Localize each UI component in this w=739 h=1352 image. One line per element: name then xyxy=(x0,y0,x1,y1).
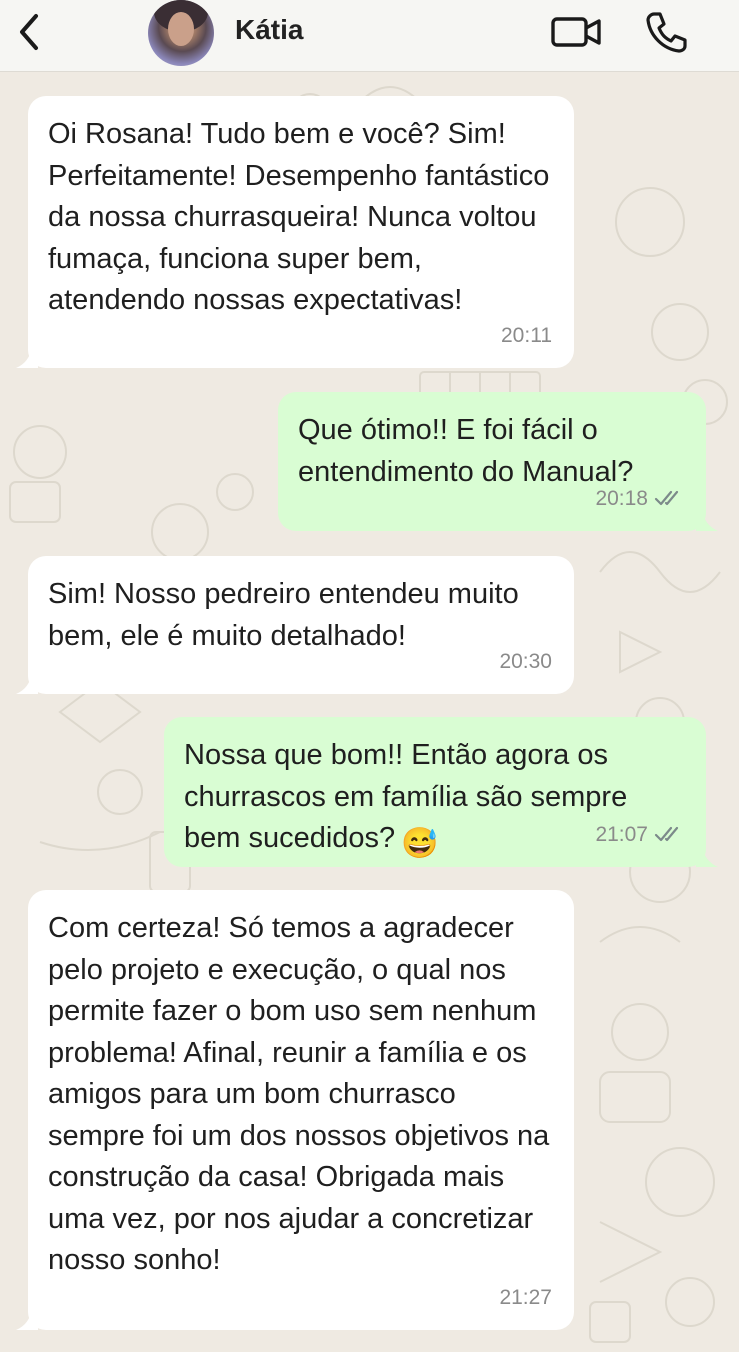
message-list[interactable]: Oi Rosana! Tudo bem e você? Sim! Perfeit… xyxy=(0,72,739,1352)
message-bubble-outgoing[interactable]: Nossa que bom!! Então agora os churrasco… xyxy=(164,717,718,867)
message-text: Com certeza! Só temos a agradecer pelo p… xyxy=(48,912,550,1276)
video-call-button[interactable] xyxy=(550,10,604,54)
back-button[interactable] xyxy=(12,12,48,52)
message-bubble-incoming[interactable]: Com certeza! Só temos a agradecer pelo p… xyxy=(16,890,574,1330)
voice-call-button[interactable] xyxy=(644,10,688,54)
bubble-tail xyxy=(696,509,718,531)
message-text: Oi Rosana! Tudo bem e você? Sim! Perfeit… xyxy=(48,118,550,316)
message-time: 20:18 xyxy=(595,478,684,520)
message-time: 21:27 xyxy=(499,1285,552,1309)
contact-name[interactable]: Kátia xyxy=(235,14,303,46)
message-bubble-incoming[interactable]: Sim! Nosso pedreiro entendeu muito bem, … xyxy=(16,556,574,694)
double-check-icon xyxy=(654,491,679,506)
video-camera-icon xyxy=(551,17,601,47)
message-time: 20:11 xyxy=(501,323,552,347)
message-time: 21:07 xyxy=(595,814,684,856)
avatar[interactable] xyxy=(148,0,214,66)
message-text: Sim! Nosso pedreiro entendeu muito bem, … xyxy=(48,578,519,652)
bubble-tail xyxy=(16,346,38,368)
bubble-tail xyxy=(16,1308,38,1330)
sweat-smile-emoji: 😅 xyxy=(401,827,439,860)
bubble-tail xyxy=(16,672,38,694)
chat-header: Kátia xyxy=(0,0,739,72)
message-time: 20:30 xyxy=(499,649,552,673)
phone-icon xyxy=(646,12,687,53)
message-bubble-incoming[interactable]: Oi Rosana! Tudo bem e você? Sim! Perfeit… xyxy=(16,96,574,368)
message-bubble-outgoing[interactable]: Que ótimo!! E foi fácil o entendimento d… xyxy=(278,392,718,531)
bubble-tail xyxy=(696,845,718,867)
double-check-icon xyxy=(654,827,679,842)
chevron-left-icon xyxy=(20,14,38,50)
